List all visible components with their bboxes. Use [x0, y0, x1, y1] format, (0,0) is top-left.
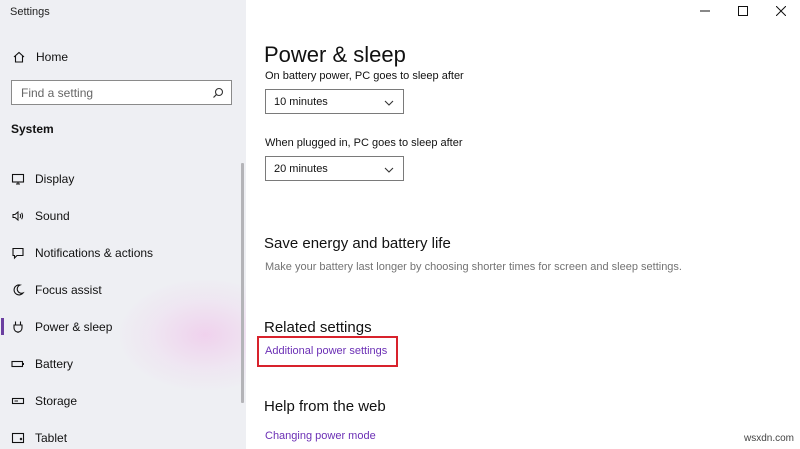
chevron-down-icon — [383, 163, 395, 175]
section-label: System — [11, 122, 54, 136]
dropdown-value: 20 minutes — [274, 162, 328, 175]
chevron-down-icon — [383, 96, 395, 108]
sidebar-item-home[interactable]: Home — [0, 44, 240, 70]
home-icon — [12, 50, 26, 64]
search-icon[interactable] — [211, 86, 225, 100]
monitor-icon — [11, 172, 25, 186]
page-title: Power & sleep — [264, 42, 406, 67]
sidebar-item-power-sleep[interactable]: Power & sleep — [0, 308, 240, 345]
sidebar-item-storage[interactable]: Storage — [0, 382, 240, 419]
changing-power-mode-link[interactable]: Changing power mode — [265, 430, 376, 442]
sidebar-scrollbar[interactable] — [241, 163, 244, 403]
search-box[interactable] — [11, 80, 232, 105]
sidebar-item-label: Sound — [35, 208, 70, 223]
sidebar-item-display[interactable]: Display — [0, 160, 240, 197]
sidebar-item-label: Battery — [35, 356, 74, 371]
maximize-icon — [738, 3, 748, 21]
save-energy-heading: Save energy and battery life — [264, 235, 451, 252]
watermark: wsxdn.com — [743, 433, 794, 444]
additional-power-settings-link[interactable]: Additional power settings — [265, 345, 387, 357]
dropdown-value: 10 minutes — [274, 95, 328, 108]
sidebar-item-tablet[interactable]: Tablet — [0, 419, 240, 449]
related-settings-heading: Related settings — [264, 319, 372, 336]
sidebar-item-focus-assist[interactable]: Focus assist — [0, 271, 240, 308]
sidebar-item-sound[interactable]: Sound — [0, 197, 240, 234]
sidebar-item-battery[interactable]: Battery — [0, 345, 240, 382]
battery-sleep-label: On battery power, PC goes to sleep after — [265, 70, 464, 82]
battery-sleep-dropdown[interactable]: 10 minutes — [265, 89, 404, 114]
moon-icon — [11, 283, 25, 297]
power-icon — [11, 320, 25, 334]
close-icon — [775, 3, 787, 21]
app-title: Settings — [10, 6, 50, 18]
speaker-icon — [11, 209, 25, 223]
plugged-sleep-dropdown[interactable]: 20 minutes — [265, 156, 404, 181]
minimize-button[interactable] — [686, 0, 724, 24]
plugged-sleep-label: When plugged in, PC goes to sleep after — [265, 137, 463, 149]
notification-icon — [11, 246, 25, 260]
battery-icon — [11, 357, 25, 371]
sidebar-item-notifications[interactable]: Notifications & actions — [0, 234, 240, 271]
sidebar: Settings Home System Display Sound — [0, 0, 246, 449]
search-input[interactable] — [21, 85, 211, 100]
sidebar-item-label: Notifications & actions — [35, 245, 154, 260]
sidebar-item-label: Tablet — [35, 430, 68, 445]
sidebar-item-label: Storage — [35, 393, 78, 408]
tablet-icon — [11, 431, 25, 445]
main-content: Power & sleep On battery power, PC goes … — [246, 0, 800, 449]
window-controls — [686, 0, 800, 26]
save-energy-description: Make your battery last longer by choosin… — [265, 261, 682, 273]
sidebar-item-label: Display — [35, 171, 75, 186]
help-heading: Help from the web — [264, 398, 386, 415]
minimize-icon — [700, 3, 710, 21]
close-button[interactable] — [762, 0, 800, 24]
sidebar-item-label: Focus assist — [35, 282, 102, 297]
sidebar-nav: Display Sound Notifications & actions Fo… — [0, 160, 240, 449]
sidebar-item-label: Power & sleep — [35, 319, 113, 334]
sidebar-item-label: Home — [36, 50, 69, 64]
maximize-button[interactable] — [724, 0, 762, 24]
storage-icon — [11, 394, 25, 408]
